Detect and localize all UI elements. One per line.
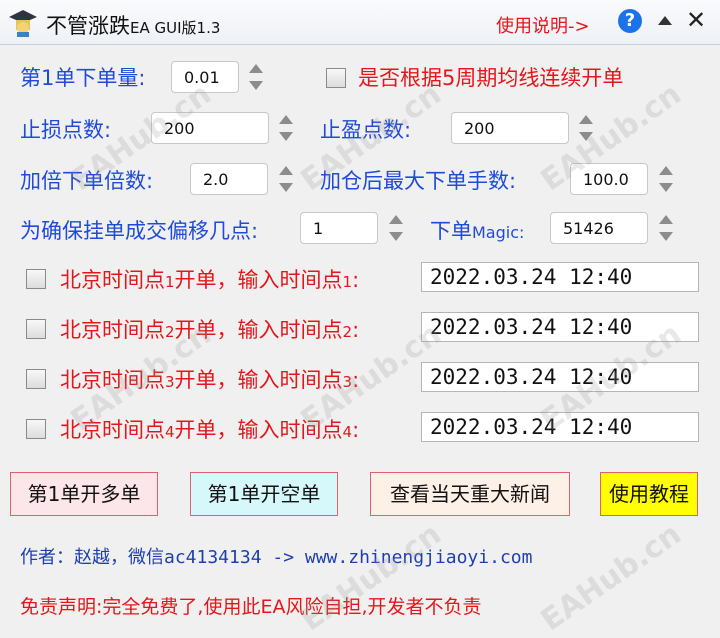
app-icon <box>9 10 37 37</box>
stop-loss-spinner[interactable] <box>277 113 293 143</box>
stop-loss-label: 止损点数: <box>20 118 112 142</box>
schedule-2-label: 北京时间点2开单，输入时间点2: <box>60 318 360 342</box>
max-lot-spinner[interactable] <box>657 164 673 194</box>
multiplier-label: 加倍下单倍数: <box>20 169 154 193</box>
disclaimer-line: 免责声明:完全免费了,使用此EA风险自担,开发者不负责 <box>20 596 482 618</box>
watermark: EAHub.cn <box>534 516 688 638</box>
magic-label: 下单Magic: <box>430 219 525 243</box>
schedule-3-label: 北京时间点3开单，输入时间点3: <box>60 368 360 392</box>
tutorial-button[interactable]: 使用教程 <box>600 472 698 516</box>
offset-spinner[interactable] <box>387 213 403 243</box>
ma-checkbox[interactable] <box>326 68 346 88</box>
author-line: 作者：赵越，微信ac4134134 -> www.zhinengjiaoyi.c… <box>20 547 533 568</box>
offset-label: 为确保挂单成交偏移几点: <box>20 219 259 243</box>
schedule-1-label: 北京时间点1开单，输入时间点1: <box>60 268 360 292</box>
open-short-button[interactable]: 第1单开空单 <box>190 472 338 516</box>
schedule-2-checkbox[interactable] <box>26 319 46 339</box>
schedule-3-time-input[interactable]: 2022.03.24 12:40 <box>421 362 699 392</box>
take-profit-input[interactable]: 200 <box>451 112 569 144</box>
schedule-1-checkbox[interactable] <box>26 269 46 289</box>
magic-input[interactable]: 51426 <box>550 212 648 244</box>
take-profit-spinner[interactable] <box>577 113 593 143</box>
multiplier-input[interactable]: 2.0 <box>190 163 268 195</box>
magic-spinner[interactable] <box>657 213 673 243</box>
watermark: EAHub.cn <box>294 516 448 638</box>
close-icon[interactable]: ✕ <box>686 8 706 32</box>
schedule-4-label: 北京时间点4开单，输入时间点4: <box>60 418 360 442</box>
help-link[interactable]: 使用说明-> <box>496 12 590 38</box>
schedule-4-time-input[interactable]: 2022.03.24 12:40 <box>421 412 699 442</box>
first-lot-input[interactable]: 0.01 <box>171 61 239 93</box>
first-lot-spinner[interactable] <box>247 62 263 92</box>
offset-input[interactable]: 1 <box>300 212 378 244</box>
collapse-icon[interactable] <box>656 12 674 30</box>
title-bar: 不管涨跌EA GUI版1.3 使用说明-> ? ✕ <box>0 0 720 45</box>
schedule-4-checkbox[interactable] <box>26 419 46 439</box>
schedule-2-time-input[interactable]: 2022.03.24 12:40 <box>421 312 699 342</box>
schedule-3-checkbox[interactable] <box>26 369 46 389</box>
schedule-1-time-input[interactable]: 2022.03.24 12:40 <box>421 262 699 292</box>
max-lot-label: 加仓后最大下单手数: <box>320 169 517 193</box>
stop-loss-input[interactable]: 200 <box>151 112 269 144</box>
help-icon[interactable]: ? <box>618 9 642 33</box>
open-long-button[interactable]: 第1单开多单 <box>10 472 158 516</box>
first-lot-label: 第1单下单量: <box>20 66 146 90</box>
multiplier-spinner[interactable] <box>277 164 293 194</box>
take-profit-label: 止盈点数: <box>320 118 412 142</box>
max-lot-input[interactable]: 100.0 <box>570 163 648 195</box>
ma-checkbox-label: 是否根据5周期均线连续开单 <box>358 66 624 90</box>
news-button[interactable]: 查看当天重大新闻 <box>370 472 570 516</box>
window-title: 不管涨跌EA GUI版1.3 <box>46 14 221 38</box>
